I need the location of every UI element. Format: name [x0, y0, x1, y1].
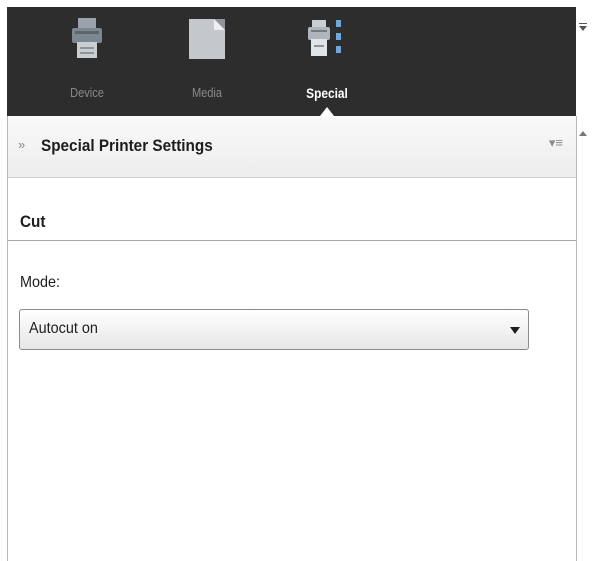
tab-device[interactable]: Device [37, 7, 137, 116]
chevron-down-icon [510, 327, 520, 334]
scrollbar[interactable] [576, 0, 592, 561]
special-settings-icon [306, 18, 348, 65]
divider [8, 240, 576, 241]
mode-label: Mode: [20, 274, 61, 291]
settings-tab-bar: Device Media Special [7, 7, 576, 116]
tab-media[interactable]: Media [157, 7, 257, 116]
section-header[interactable]: » Special Printer Settings ▾≡ [8, 116, 576, 178]
panel-dropdown-icon[interactable] [579, 23, 587, 24]
active-tab-indicator [320, 107, 334, 116]
panel-right-border [576, 116, 577, 561]
double-chevron-icon[interactable]: » [18, 138, 25, 151]
section-title: Special Printer Settings [41, 136, 213, 155]
mode-select-value: Autocut on [29, 320, 98, 337]
cut-group-title: Cut [20, 212, 46, 231]
tab-special-label: Special [306, 85, 348, 101]
printer-icon [71, 18, 103, 65]
tab-media-label: Media [191, 85, 223, 100]
mode-select[interactable]: Autocut on [19, 309, 529, 350]
panel-left-border [7, 116, 8, 561]
options-menu-icon[interactable]: ▾≡ [549, 136, 563, 149]
tab-device-label: Device [70, 85, 104, 100]
printer-settings-window: Device Media Special » Special Printer S… [0, 0, 592, 561]
dropdown-arrow-icon[interactable] [579, 26, 587, 31]
scroll-up-icon[interactable] [579, 131, 587, 136]
media-icon [188, 18, 226, 65]
tab-special[interactable]: Special [277, 7, 377, 116]
